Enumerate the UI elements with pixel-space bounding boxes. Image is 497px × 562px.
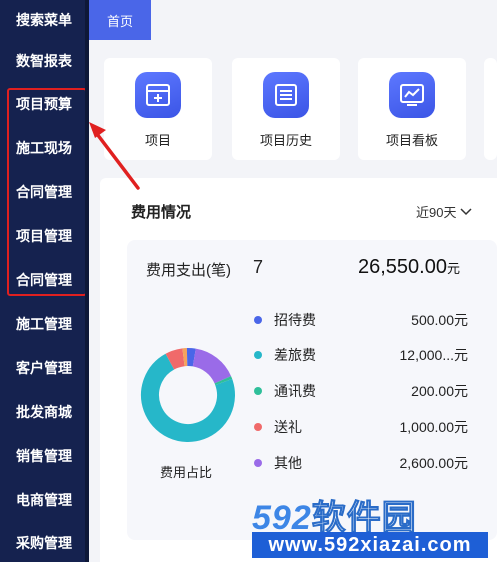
legend-item: 差旅费 12,000...元: [254, 344, 474, 366]
project-dashboard-icon: [389, 72, 435, 118]
quick-card-partial[interactable]: [484, 58, 497, 160]
period-select[interactable]: 近90天: [416, 202, 472, 221]
expense-count: 7: [253, 257, 264, 277]
legend-name: 招待费: [274, 312, 316, 328]
expense-total-value: 26,550.00: [358, 256, 447, 278]
legend-name: 差旅费: [274, 347, 316, 363]
chevron-down-icon: [460, 207, 472, 215]
donut-caption: 费用占比: [160, 465, 213, 480]
legend-item: 送礼 1,000.00元: [254, 416, 474, 438]
legend-name: 送礼: [274, 419, 302, 435]
sidebar-item-purchase-management[interactable]: 采购管理: [0, 523, 88, 562]
legend-dot: [254, 387, 262, 395]
project-add-icon: [135, 72, 181, 118]
quick-card-project-history[interactable]: 项目历史: [232, 58, 340, 160]
quick-card-project-dashboard[interactable]: 项目看板: [358, 58, 466, 160]
legend-amount: 12,000...元: [399, 347, 469, 363]
period-select-value: 近90天: [416, 205, 457, 220]
expense-total: 26,550.00元: [358, 256, 460, 279]
sidebar-item-customer-management[interactable]: 客户管理: [0, 348, 88, 388]
project-history-icon: [263, 72, 309, 118]
quick-card-label: 项目看板: [385, 133, 438, 148]
legend-dot: [254, 351, 262, 359]
legend-item: 招待费 500.00元: [254, 309, 474, 331]
sidebar-item-search-menu[interactable]: 搜索菜单: [0, 0, 88, 40]
highlight-annotation-box: [7, 88, 87, 296]
sidebar-item-sales-management[interactable]: 销售管理: [0, 436, 88, 476]
annotation-arrow-icon: [89, 122, 140, 190]
expense-donut-chart: [141, 348, 235, 442]
legend-dot: [254, 423, 262, 431]
sidebar-item-ecommerce-management[interactable]: 电商管理: [0, 480, 88, 520]
watermark-url: www.592xiazai.com: [252, 532, 488, 558]
legend-item: 通讯费 200.00元: [254, 380, 474, 402]
section-title: 费用情况: [131, 204, 192, 221]
legend-dot: [254, 459, 262, 467]
sidebar-item-construction-management[interactable]: 施工管理: [0, 304, 88, 344]
sidebar-divider: [85, 0, 89, 562]
legend-amount: 1,000.00元: [399, 419, 469, 435]
legend-name: 通讯费: [274, 383, 316, 399]
tab-home[interactable]: 首页: [89, 0, 151, 40]
sidebar: 搜索菜单 数智报表 项目预算 施工现场 合同管理 项目管理 合同管理 施工管理 …: [0, 0, 88, 562]
expense-total-unit: 元: [446, 261, 460, 276]
legend-amount: 2,600.00元: [399, 455, 469, 471]
quick-card-label: 项目历史: [259, 133, 312, 148]
legend-item: 其他 2,600.00元: [254, 452, 474, 474]
legend-dot: [254, 316, 262, 324]
sidebar-item-wholesale-mall[interactable]: 批发商城: [0, 392, 88, 432]
legend-amount: 500.00元: [411, 312, 468, 328]
expense-count-label: 费用支出(笔): [146, 262, 231, 279]
legend-name: 其他: [274, 455, 302, 471]
sidebar-item-data-reports[interactable]: 数智报表: [0, 41, 88, 81]
legend-amount: 200.00元: [411, 383, 468, 399]
